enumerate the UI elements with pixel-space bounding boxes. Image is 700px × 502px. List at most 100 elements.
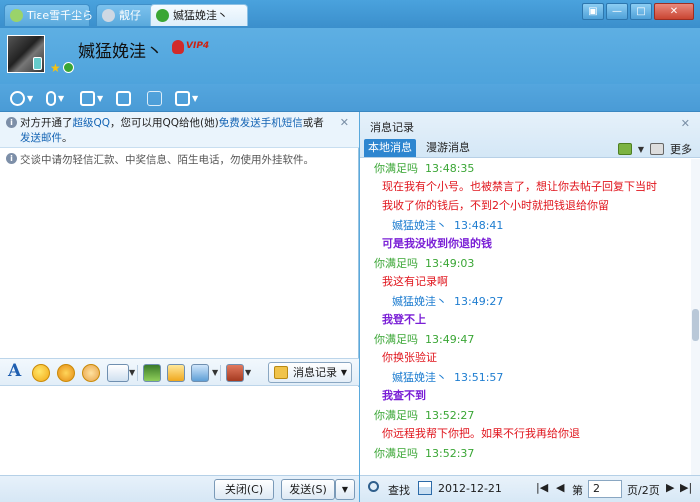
emoji-icon[interactable] <box>32 364 50 382</box>
search-icon[interactable] <box>368 481 379 492</box>
security-notice: i 交谈中请勿轻信汇款、中奖信息、陌生电话，勿使用外挂软件。 <box>0 150 359 168</box>
mobile-icon <box>33 57 42 70</box>
message-sender[interactable]: 你满足吗 <box>374 409 418 422</box>
free-sms-link[interactable]: 免费发送手机短信 <box>219 117 303 129</box>
calendar-icon[interactable] <box>418 481 432 495</box>
remote-desktop-button[interactable] <box>147 89 162 107</box>
send-email-link[interactable]: 发送邮件 <box>20 132 62 144</box>
prev-page-icon[interactable]: ◀ <box>556 481 564 494</box>
next-page-icon[interactable]: ▶ <box>666 481 674 494</box>
scroll-thumb[interactable] <box>692 309 699 341</box>
message-sender[interactable]: 你满足吗 <box>374 447 418 460</box>
send-options-button[interactable]: ▼ <box>335 479 355 500</box>
toolbox-icon[interactable] <box>226 364 244 382</box>
screen-share-icon[interactable] <box>191 364 209 382</box>
export-icon[interactable] <box>617 143 632 155</box>
close-notice-icon[interactable]: ✕ <box>340 116 349 129</box>
message-sender[interactable]: 你满足吗 <box>374 257 418 270</box>
voice-call-button[interactable]: ▼ <box>46 89 64 107</box>
super-qq-link[interactable]: 超级QQ <box>73 117 111 129</box>
message-sender[interactable]: 媙猛娩洼丶 <box>392 219 447 232</box>
message-history-pane: 消息记录 ✕ 本地消息 漫游消息 ▼ 更多 你满足吗 13:48:35 现在我有个… <box>360 112 700 502</box>
message-text: 我这有记录啊 <box>382 275 448 288</box>
search-button[interactable]: 查找 <box>388 482 410 498</box>
history-scrollbar[interactable] <box>691 159 700 475</box>
message-time: 13:49:27 <box>447 295 504 308</box>
tab-chat-2[interactable]: 靓仔 <box>96 4 154 26</box>
close-window-button[interactable]: ✕ <box>654 3 694 20</box>
message-input[interactable] <box>0 387 359 475</box>
send-button[interactable]: 发送(S) <box>281 479 335 500</box>
tab-label: 媙猛娩洼丶 <box>173 9 228 22</box>
message-sender[interactable]: 媙猛娩洼丶 <box>392 371 447 384</box>
message-header: 你满足吗 13:49:03 <box>374 254 691 273</box>
message-header: 你满足吗 13:48:35 <box>374 159 691 178</box>
message-header: 你满足吗 13:52:37 <box>374 444 691 463</box>
chevron-down-icon[interactable]: ▼ <box>129 368 135 377</box>
chat-pane: i 对方开通了超级QQ，您可以用QQ给他(她)免费发送手机短信或者发送邮件。 ✕… <box>0 112 359 502</box>
window-controls: ▣ — □ ✕ <box>582 3 694 20</box>
send-file-button[interactable]: ▼ <box>80 89 103 107</box>
message-text: 我登不上 <box>382 313 426 326</box>
notice-text-part: 或者 <box>302 117 324 129</box>
vip-badge[interactable]: VIP4 <box>172 40 214 54</box>
tab-chat-1[interactable]: Tiεe雪千尘ら <box>4 4 93 26</box>
chevron-down-icon[interactable]: ▼ <box>638 145 644 154</box>
maximize-button[interactable]: □ <box>630 3 652 20</box>
minimize-button[interactable]: — <box>606 3 628 20</box>
image-icon[interactable] <box>143 364 161 382</box>
music-icon[interactable] <box>167 364 185 382</box>
message-text: 现在我有个小号。也被禁言了，想让你去帖子回复下当时 <box>382 180 657 193</box>
message-time: 13:49:47 <box>418 333 475 346</box>
font-icon[interactable]: A <box>8 361 26 381</box>
notice-text-part: ，您可以用QQ给他(她) <box>110 117 219 129</box>
chevron-down-icon: ▼ <box>58 93 65 103</box>
magic-face-icon[interactable] <box>57 364 75 382</box>
tab-local-messages[interactable]: 本地消息 <box>364 139 416 157</box>
online-icon[interactable] <box>62 62 74 73</box>
separator <box>137 365 138 381</box>
message-text: 可是我没收到你退的钱 <box>382 237 492 250</box>
tab-label: 靓仔 <box>119 9 141 22</box>
tab-roaming-messages[interactable]: 漫游消息 <box>422 139 474 157</box>
message-text: 你远程我帮下你把。如果不行我再给你退 <box>382 427 580 440</box>
file-transfer-icon <box>80 90 95 106</box>
message-list[interactable]: 你满足吗 13:48:35 现在我有个小号。也被禁言了，想让你去帖子回复下当时 我收… <box>360 159 691 475</box>
message-header: 你满足吗 13:52:27 <box>374 406 691 425</box>
chevron-down-icon[interactable]: ▼ <box>245 368 251 377</box>
video-call-button[interactable]: ▼ <box>10 89 33 107</box>
message-header: 媙猛娩洼丶 13:51:57 <box>392 368 691 387</box>
close-history-icon[interactable]: ✕ <box>681 117 690 130</box>
last-page-icon[interactable]: ▶| <box>680 481 692 494</box>
status-icons: ★ <box>50 62 74 74</box>
message-header: 媙猛娩洼丶 13:49:27 <box>392 292 691 311</box>
skin-icon[interactable]: ▣ <box>582 3 604 20</box>
apps-button[interactable]: ▼ <box>175 89 198 107</box>
online-status-icon <box>156 9 169 22</box>
message-history-button[interactable]: 消息记录 ▼ <box>268 362 352 383</box>
chevron-down-icon[interactable]: ▼ <box>212 368 218 377</box>
notice-text: 对方开通了超级QQ，您可以用QQ给他(她)免费发送手机短信或者发送邮件。 <box>20 116 330 146</box>
message-sender[interactable]: 媙猛娩洼丶 <box>392 295 447 308</box>
history-icon <box>274 366 288 379</box>
first-page-icon[interactable]: |◀ <box>536 481 548 494</box>
nudge-icon[interactable] <box>82 364 100 382</box>
message-sender[interactable]: 你满足吗 <box>374 162 418 175</box>
close-button[interactable]: 关闭(C) <box>214 479 274 500</box>
chevron-down-icon: ▼ <box>192 93 199 103</box>
page-input[interactable]: 2 <box>588 480 622 498</box>
message-sender[interactable]: 你满足吗 <box>374 333 418 346</box>
page-prefix: 第 <box>572 484 583 497</box>
screenshot-icon[interactable] <box>107 364 129 382</box>
speaker-icon[interactable] <box>650 143 664 155</box>
message-time: 13:51:57 <box>447 371 504 384</box>
tab-chat-3[interactable]: 媙猛娩洼丶 <box>150 4 248 26</box>
message-text: 你换张验证 <box>382 351 437 364</box>
more-button[interactable]: 更多 <box>670 141 692 157</box>
message-button[interactable] <box>116 89 131 107</box>
date-label[interactable]: 2012-12-21 <box>438 482 502 495</box>
history-tools: ▼ 更多 <box>617 141 692 157</box>
avatar[interactable] <box>7 35 45 73</box>
star-icon[interactable]: ★ <box>50 62 61 74</box>
message-time: 13:48:35 <box>418 162 475 175</box>
